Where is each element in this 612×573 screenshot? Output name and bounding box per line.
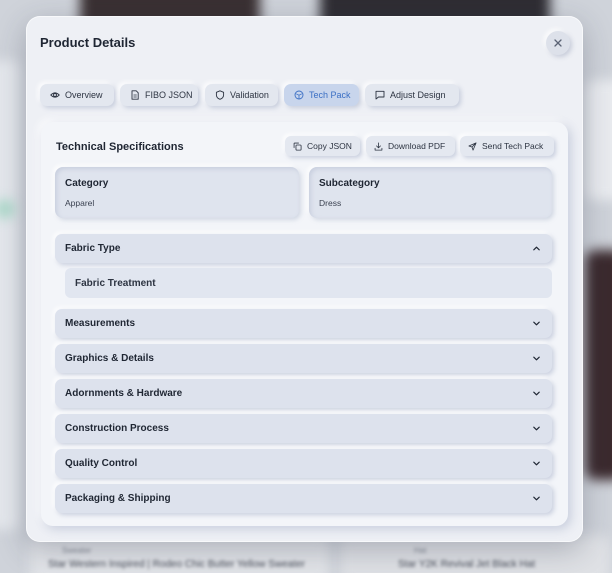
tab-fibo-json[interactable]: FIBO JSON: [120, 84, 198, 106]
tab-label: Tech Pack: [309, 90, 351, 100]
tab-adjust-design[interactable]: Adjust Design: [365, 84, 459, 106]
tab-overview[interactable]: Overview: [40, 84, 114, 106]
category-label: Category: [65, 178, 109, 189]
background-category-text: Sweater: [62, 546, 92, 555]
package-icon: [294, 90, 304, 100]
category-value: Apparel: [65, 198, 95, 208]
copy-json-button[interactable]: Copy JSON: [285, 136, 360, 156]
accordion-construction-process[interactable]: Construction Process: [55, 414, 552, 443]
chevron-down-icon: [533, 496, 540, 501]
product-details-modal: Product Details Overview FIBO JSON Valid…: [26, 16, 583, 542]
background-product-name: Star Y2K Revival Jet Black Hat: [398, 559, 536, 570]
chevron-down-icon: [533, 461, 540, 466]
eye-icon: [50, 92, 60, 98]
tab-label: Adjust Design: [390, 90, 446, 100]
subcategory-value: Dress: [319, 198, 342, 208]
download-pdf-label: Download PDF: [388, 141, 446, 151]
fabric-treatment-item[interactable]: Fabric Treatment: [65, 268, 552, 298]
accordion-label: Packaging & Shipping: [65, 493, 171, 504]
accordion-label: Adornments & Hardware: [65, 388, 183, 399]
shield-icon: [215, 90, 225, 100]
copy-icon: [293, 142, 302, 151]
close-button[interactable]: [546, 31, 570, 55]
document-icon: [131, 90, 139, 100]
chevron-down-icon: [533, 321, 540, 326]
message-square-icon: [375, 90, 385, 100]
tab-label: Validation: [230, 90, 269, 100]
panel-title: Technical Specifications: [56, 141, 184, 153]
background-category-text: Hat: [414, 546, 427, 555]
background-product-image: [585, 250, 612, 480]
subcategory-label: Subcategory: [319, 178, 380, 189]
background-card: [585, 80, 612, 200]
accordion-measurements[interactable]: Measurements: [55, 309, 552, 338]
accordion-quality-control[interactable]: Quality Control: [55, 449, 552, 478]
accordion-adornments-hardware[interactable]: Adornments & Hardware: [55, 379, 552, 408]
send-tech-pack-button[interactable]: Send Tech Pack: [460, 136, 554, 156]
accordion-graphics-details[interactable]: Graphics & Details: [55, 344, 552, 373]
modal-title: Product Details: [40, 35, 136, 50]
chevron-up-icon: [533, 246, 540, 251]
accordion-label: Measurements: [65, 318, 136, 329]
background-card: [0, 60, 20, 530]
chevron-down-icon: [533, 426, 540, 431]
tab-validation[interactable]: Validation: [205, 84, 278, 106]
download-pdf-button[interactable]: Download PDF: [366, 136, 455, 156]
tab-label: FIBO JSON: [145, 90, 193, 100]
tab-tech-pack[interactable]: Tech Pack: [284, 84, 359, 106]
chevron-down-icon: [533, 356, 540, 361]
subcategory-card: Subcategory Dress: [309, 167, 552, 218]
send-icon: [468, 141, 477, 151]
accordion-label: Quality Control: [65, 458, 138, 469]
accordion-label: Fabric Type: [65, 243, 121, 254]
tab-label: Overview: [65, 90, 103, 100]
send-tech-pack-label: Send Tech Pack: [482, 141, 544, 151]
tech-pack-panel: Technical Specifications Copy JSON Downl…: [41, 122, 568, 526]
x-icon: [554, 39, 562, 47]
sub-item-label: Fabric Treatment: [75, 277, 156, 289]
background-product-name: Star Western Inspired | Rodeo Chic Butte…: [48, 559, 305, 570]
accordion-fabric-type[interactable]: Fabric Type: [55, 234, 552, 263]
chevron-down-icon: [533, 391, 540, 396]
download-icon: [374, 141, 383, 151]
accordion-label: Construction Process: [65, 423, 169, 434]
category-card: Category Apparel: [55, 167, 299, 218]
accordion-label: Graphics & Details: [65, 353, 154, 364]
accordion-packaging-shipping[interactable]: Packaging & Shipping: [55, 484, 552, 513]
copy-json-label: Copy JSON: [307, 141, 352, 151]
